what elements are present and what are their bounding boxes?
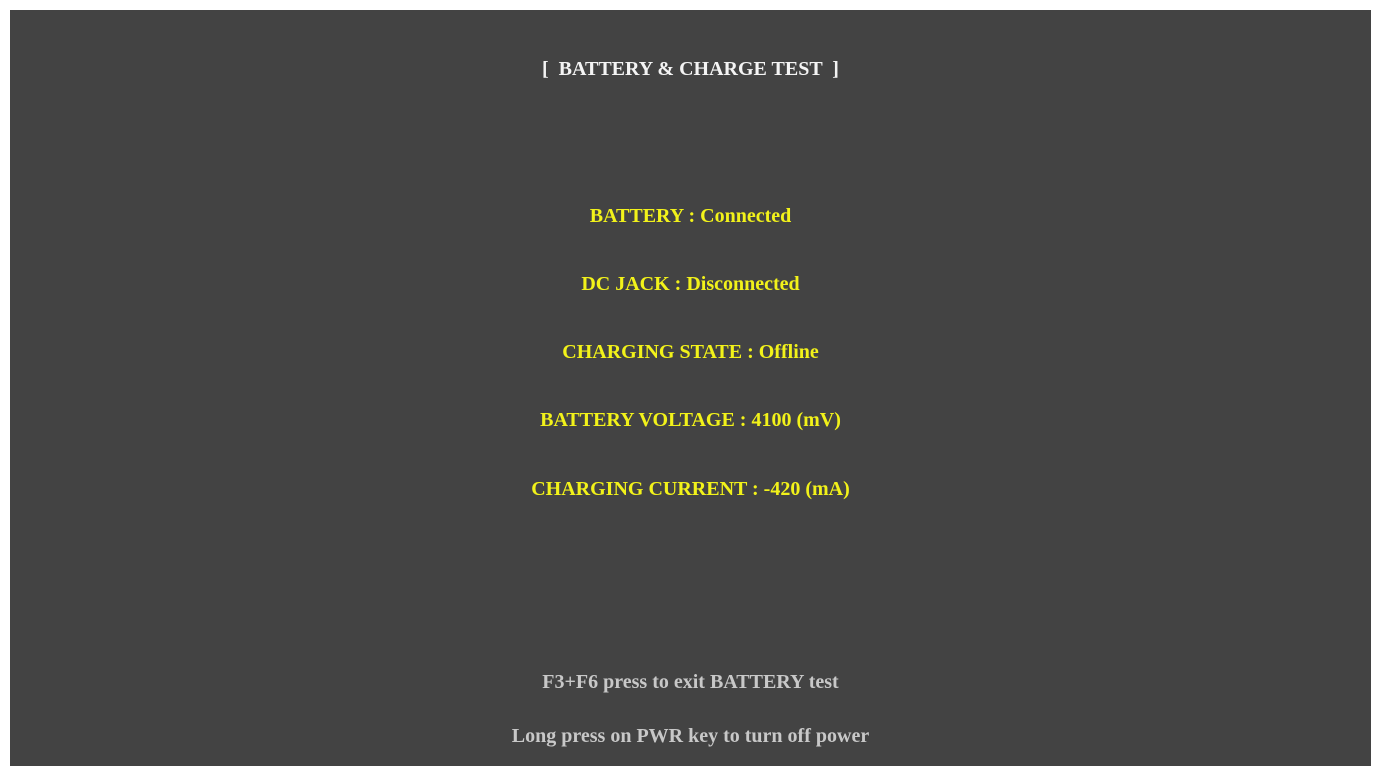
page-title: [ BATTERY & CHARGE TEST ] [542, 58, 839, 80]
battery-status: BATTERY : Connected [589, 205, 792, 227]
power-off-hint: Long press on PWR key to turn off power [511, 725, 870, 747]
charging-current-readout: CHARGING CURRENT : -420 (mA) [531, 478, 850, 500]
dc-jack-status: DC JACK : Disconnected [581, 273, 800, 295]
battery-test-screen: [ BATTERY & CHARGE TEST ] BATTERY : Conn… [10, 10, 1371, 766]
battery-voltage-readout: BATTERY VOLTAGE : 4100 (mV) [540, 409, 841, 431]
charging-state-status: CHARGING STATE : Offline [562, 341, 819, 363]
exit-hint: F3+F6 press to exit BATTERY test [542, 671, 839, 693]
